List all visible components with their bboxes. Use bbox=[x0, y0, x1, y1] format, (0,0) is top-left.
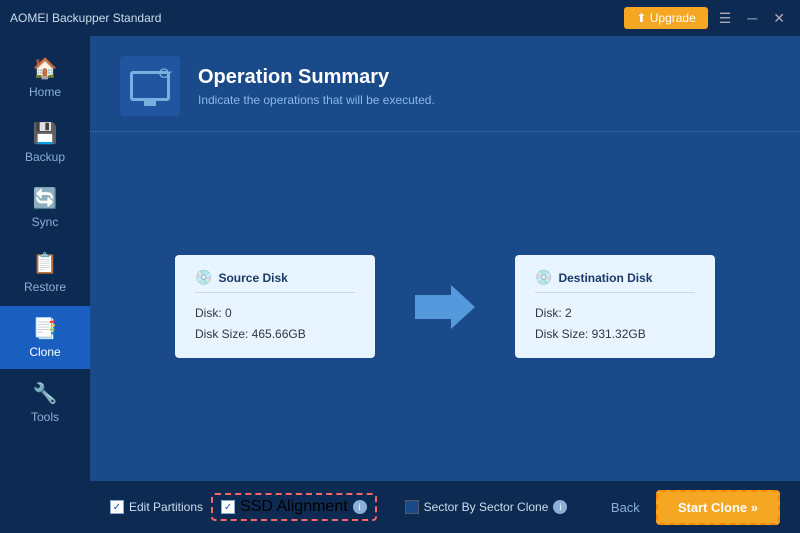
backup-icon: 💾 bbox=[33, 121, 58, 146]
clone-symbol-icon: ⟳ bbox=[159, 64, 172, 84]
sector-clone-info-icon[interactable]: i bbox=[553, 500, 567, 514]
arrow-container bbox=[415, 285, 475, 329]
menu-icon[interactable]: ☰ bbox=[714, 8, 737, 29]
sidebar-item-clone[interactable]: 📑 Clone bbox=[0, 306, 90, 369]
sidebar-label-tools: Tools bbox=[31, 410, 59, 424]
minimize-icon[interactable]: ─ bbox=[742, 8, 762, 28]
main-layout: 🏠 Home 💾 Backup 🔄 Sync 📋 Restore 📑 Clone… bbox=[0, 36, 800, 533]
titlebar-controls: ⬆ Upgrade ☰ ─ ✕ bbox=[624, 7, 790, 29]
destination-disk-icon: 💿 bbox=[535, 269, 552, 286]
destination-disk-card: 💿 Destination Disk Disk: 2 Disk Size: 93… bbox=[515, 255, 715, 358]
sidebar-label-home: Home bbox=[29, 85, 61, 99]
footer-right: Back Start Clone » bbox=[611, 490, 780, 525]
source-disk-info: Disk: 0 Disk Size: 465.66GB bbox=[195, 303, 355, 344]
content-header: ⟳ Operation Summary Indicate the operati… bbox=[90, 36, 800, 132]
restore-icon: 📋 bbox=[33, 251, 58, 276]
home-icon: 🏠 bbox=[33, 56, 58, 81]
clone-icon: 📑 bbox=[33, 316, 58, 341]
destination-disk-info: Disk: 2 Disk Size: 931.32GB bbox=[535, 303, 695, 344]
sector-clone-check-icon bbox=[405, 500, 419, 514]
sidebar-label-restore: Restore bbox=[24, 280, 66, 294]
sidebar-label-sync: Sync bbox=[32, 215, 59, 229]
header-icon-box: ⟳ bbox=[120, 56, 180, 116]
sync-icon: 🔄 bbox=[33, 186, 58, 211]
source-disk-card: 💿 Source Disk Disk: 0 Disk Size: 465.66G… bbox=[175, 255, 375, 358]
edit-partitions-label: Edit Partitions bbox=[129, 500, 203, 514]
content-area: ⟳ Operation Summary Indicate the operati… bbox=[90, 36, 800, 533]
page-subtitle: Indicate the operations that will be exe… bbox=[198, 93, 435, 107]
sidebar-label-backup: Backup bbox=[25, 150, 65, 164]
ssd-info-icon[interactable]: i bbox=[353, 500, 367, 514]
back-button[interactable]: Back bbox=[611, 500, 640, 515]
footer: ✓ Edit Partitions ✓ SSD Alignment i Sect… bbox=[90, 481, 800, 533]
footer-left: ✓ Edit Partitions ✓ SSD Alignment i Sect… bbox=[110, 493, 611, 521]
arrow-right-icon bbox=[415, 285, 475, 329]
edit-partitions-check-icon: ✓ bbox=[110, 500, 124, 514]
header-text: Operation Summary Indicate the operation… bbox=[198, 66, 435, 107]
sidebar: 🏠 Home 💾 Backup 🔄 Sync 📋 Restore 📑 Clone… bbox=[0, 36, 90, 533]
sidebar-item-backup[interactable]: 💾 Backup bbox=[0, 111, 90, 174]
sidebar-label-clone: Clone bbox=[29, 345, 60, 359]
sidebar-item-restore[interactable]: 📋 Restore bbox=[0, 241, 90, 304]
source-disk-title: 💿 Source Disk bbox=[195, 269, 355, 293]
sidebar-item-tools[interactable]: 🔧 Tools bbox=[0, 371, 90, 434]
page-title: Operation Summary bbox=[198, 66, 435, 89]
upgrade-button[interactable]: ⬆ Upgrade bbox=[624, 7, 707, 29]
destination-disk-title: 💿 Destination Disk bbox=[535, 269, 695, 293]
ssd-alignment-label: SSD Alignment bbox=[240, 498, 348, 516]
destination-disk-size: Disk Size: 931.32GB bbox=[535, 324, 695, 344]
ssd-alignment-check-icon: ✓ bbox=[221, 500, 235, 514]
sidebar-item-home[interactable]: 🏠 Home bbox=[0, 46, 90, 109]
center-area: 💿 Source Disk Disk: 0 Disk Size: 465.66G… bbox=[90, 132, 800, 481]
destination-disk-number: Disk: 2 bbox=[535, 303, 695, 323]
start-clone-button[interactable]: Start Clone » bbox=[656, 490, 780, 525]
ssd-alignment-box[interactable]: ✓ SSD Alignment i bbox=[211, 493, 377, 521]
sector-clone-checkbox[interactable]: Sector By Sector Clone i bbox=[405, 500, 568, 514]
source-disk-icon: 💿 bbox=[195, 269, 212, 286]
source-disk-size: Disk Size: 465.66GB bbox=[195, 324, 355, 344]
close-icon[interactable]: ✕ bbox=[768, 8, 790, 29]
edit-partitions-checkbox[interactable]: ✓ Edit Partitions bbox=[110, 500, 203, 514]
source-disk-number: Disk: 0 bbox=[195, 303, 355, 323]
sidebar-item-sync[interactable]: 🔄 Sync bbox=[0, 176, 90, 239]
sector-clone-label: Sector By Sector Clone bbox=[424, 500, 549, 514]
tools-icon: 🔧 bbox=[33, 381, 58, 406]
app-title: AOMEI Backupper Standard bbox=[10, 11, 161, 25]
titlebar: AOMEI Backupper Standard ⬆ Upgrade ☰ ─ ✕ bbox=[0, 0, 800, 36]
